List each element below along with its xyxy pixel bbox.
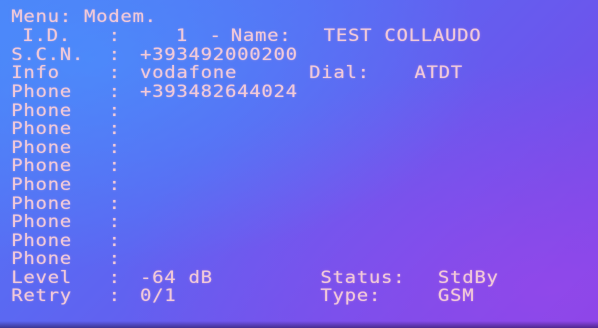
phone-label: Phone bbox=[11, 138, 72, 158]
menu-title-row: Menu: Modem. bbox=[0, 8, 156, 26]
info-separator: : bbox=[108, 63, 121, 83]
status-label: Status: bbox=[320, 268, 406, 288]
phone-label: Phone bbox=[11, 82, 72, 102]
scn-label: S.C.N. bbox=[11, 45, 85, 65]
phone-separator: : bbox=[108, 194, 121, 214]
phone-label: Phone bbox=[11, 175, 72, 195]
phone-row: Phone : bbox=[0, 157, 120, 175]
info-row: Info : vodafone Dial: ATDT bbox=[0, 64, 462, 82]
type-value: GSM bbox=[437, 286, 475, 306]
phone-row: Phone : bbox=[0, 250, 120, 268]
dial-label: Dial: bbox=[309, 63, 370, 83]
level-separator: : bbox=[108, 268, 121, 288]
signal-level-value: -64 dB bbox=[140, 268, 213, 288]
level-row: Level : -64 dB Status: StdBy bbox=[0, 269, 498, 287]
type-label: Type: bbox=[320, 286, 382, 306]
phone-label: Phone bbox=[11, 231, 72, 251]
phone-separator: : bbox=[108, 156, 121, 176]
phone-row: Phone : bbox=[0, 120, 120, 138]
phone-row: Phone : bbox=[0, 139, 120, 157]
phone-separator: : bbox=[108, 101, 121, 121]
info-label: Info bbox=[11, 63, 60, 83]
phone-label: Phone bbox=[11, 101, 72, 121]
phone-row: Phone : bbox=[0, 176, 120, 194]
name-label: Name: bbox=[230, 26, 292, 46]
scn-value: +393492000200 bbox=[140, 45, 298, 65]
phone-separator: : bbox=[108, 82, 121, 102]
retry-separator: : bbox=[108, 286, 121, 306]
id-row: I.D. : 1 - Name: TEST COLLAUDO bbox=[0, 27, 480, 45]
phone-separator: : bbox=[108, 175, 121, 195]
retry-row: Retry : 0/1 Type: GSM bbox=[0, 287, 473, 305]
phone-separator: : bbox=[108, 212, 121, 232]
lcd-screen: Menu: Modem. I.D. : 1 - Name: TEST COLLA… bbox=[0, 0, 598, 328]
status-value: StdBy bbox=[437, 268, 499, 288]
id-label: I.D. bbox=[22, 26, 71, 46]
phone-row: Phone : bbox=[0, 195, 120, 213]
scn-row: S.C.N. : +393492000200 bbox=[0, 46, 297, 64]
retry-value: 0/1 bbox=[140, 286, 177, 306]
menu-title: Menu: Modem. bbox=[11, 7, 157, 27]
phone-label: Phone bbox=[11, 119, 72, 139]
name-value: TEST COLLAUDO bbox=[323, 26, 482, 46]
phone-value: +393482644024 bbox=[140, 82, 298, 102]
phone-row: Phone : bbox=[0, 232, 120, 250]
level-label: Level bbox=[11, 268, 72, 288]
phone-row: Phone : +393482644024 bbox=[0, 83, 297, 101]
phone-label: Phone bbox=[11, 194, 72, 214]
phone-separator: : bbox=[108, 231, 121, 251]
dial-value: ATDT bbox=[414, 63, 463, 83]
phone-separator: : bbox=[108, 138, 121, 158]
phone-separator: : bbox=[108, 119, 121, 139]
phone-label: Phone bbox=[11, 249, 72, 269]
info-value: vodafone bbox=[140, 63, 238, 83]
id-separator: : bbox=[108, 26, 121, 46]
screen-bezel bbox=[0, 321, 598, 328]
phone-row: Phone : bbox=[0, 213, 120, 231]
scn-separator: : bbox=[108, 45, 121, 65]
phone-label: Phone bbox=[11, 212, 72, 232]
retry-label: Retry bbox=[11, 286, 72, 306]
phone-label: Phone bbox=[11, 156, 72, 176]
phone-row: Phone : bbox=[0, 102, 120, 120]
phone-separator: : bbox=[108, 249, 121, 269]
id-dash: - bbox=[209, 26, 222, 46]
id-value: 1 bbox=[175, 26, 188, 46]
